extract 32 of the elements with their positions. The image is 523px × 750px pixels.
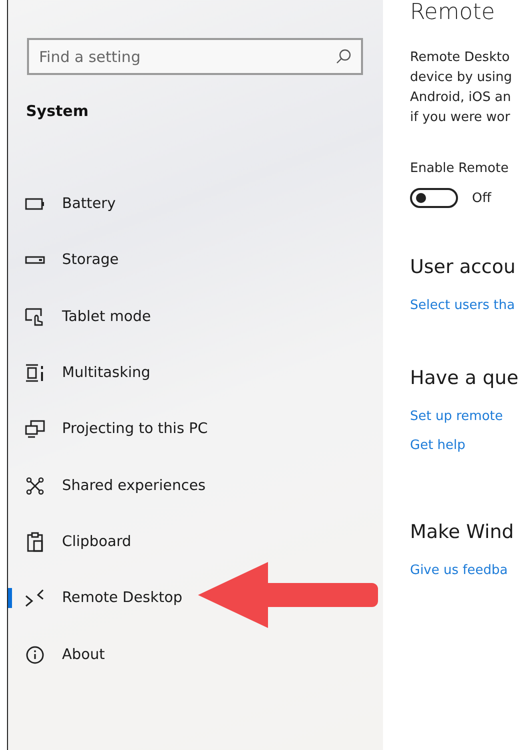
description-text: device by using	[410, 69, 514, 87]
nav-item[interactable]: Shared experiences	[8, 457, 383, 514]
toggle-state: Off	[472, 190, 492, 206]
nav-item[interactable]: Clipboard	[8, 514, 383, 570]
section-title: System	[26, 102, 90, 122]
info-icon	[24, 644, 46, 666]
section-heading: Have a que	[410, 367, 520, 389]
nav-item[interactable]: Storage	[8, 232, 383, 289]
nav-item[interactable]: Multitasking	[8, 344, 383, 402]
description-text: if you were wor	[410, 109, 512, 127]
page-title: Remote	[410, 0, 496, 26]
link[interactable]: Set up remote	[410, 409, 523, 424]
nav-item[interactable]: About	[8, 626, 383, 683]
toggle-switch[interactable]	[410, 188, 458, 208]
search-icon	[336, 49, 351, 64]
description-text: Android, iOS an	[410, 89, 512, 107]
section-heading: User accou	[410, 256, 517, 278]
remote-arrows-icon	[24, 587, 46, 610]
nav-item[interactable]: Remote Desktop	[8, 570, 383, 626]
toggle-label: Enable Remote	[410, 161, 510, 176]
monitors-icon	[24, 418, 46, 440]
description-text: Remote Deskto	[410, 49, 511, 67]
link[interactable]: Give us feedba	[410, 563, 523, 578]
multitasking-icon	[24, 362, 46, 384]
shared-nodes-icon	[24, 474, 46, 497]
nav-item[interactable]: Tablet mode	[8, 288, 383, 345]
link[interactable]: Get help	[410, 438, 523, 453]
link[interactable]: Select users tha	[410, 298, 523, 313]
section-heading: Make Wind	[410, 521, 515, 543]
nav-item[interactable]: Battery	[8, 176, 383, 232]
nav-item[interactable]: Projecting to this PC	[8, 401, 383, 458]
search-field[interactable]: Find a setting	[27, 38, 363, 75]
